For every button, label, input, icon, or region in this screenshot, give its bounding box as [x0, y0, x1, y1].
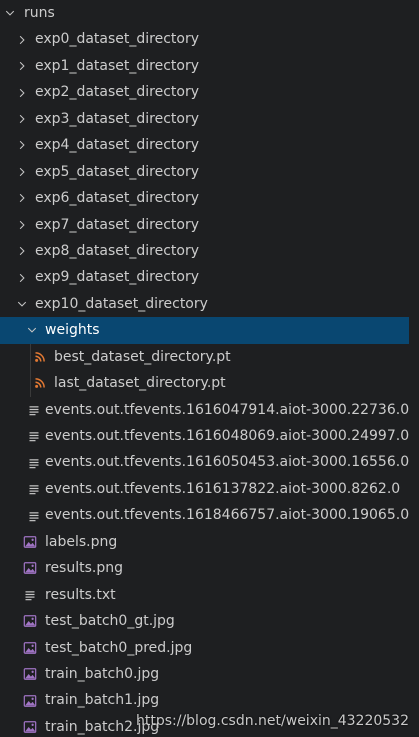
tree-folder-exp2[interactable]: exp2_dataset_directory	[0, 79, 409, 105]
rss-icon	[32, 370, 48, 396]
tree-file-events[interactable]: events.out.tfevents.1616050453.aiot-3000…	[0, 449, 409, 475]
text-file-icon	[26, 502, 42, 528]
tree-file[interactable]: test_batch0_gt.jpg	[0, 608, 409, 634]
text-file-icon	[26, 397, 42, 423]
tree-item-label: exp10_dataset_directory	[35, 295, 208, 312]
tree-file[interactable]: labels.png	[0, 529, 409, 555]
chevron-right-icon[interactable]	[14, 264, 30, 290]
tree-item-label: exp6_dataset_directory	[35, 190, 200, 207]
chevron-right-icon[interactable]	[14, 185, 30, 211]
tree-file[interactable]: results.txt	[0, 582, 409, 608]
tree-folder-exp4[interactable]: exp4_dataset_directory	[0, 132, 409, 158]
tree-file-events[interactable]: events.out.tfevents.1616047914.aiot-3000…	[0, 397, 409, 423]
tree-item-label: events.out.tfevents.1616048069.aiot-3000…	[45, 428, 409, 444]
tree-folder-exp8[interactable]: exp8_dataset_directory	[0, 238, 409, 264]
tree-item-label: exp5_dataset_directory	[35, 163, 200, 180]
tree-item-label: best_dataset_directory.pt	[54, 348, 231, 365]
image-icon	[22, 687, 38, 713]
tree-item-label: exp4_dataset_directory	[35, 137, 200, 154]
tree-item-label: results.txt	[45, 586, 116, 603]
tree-file-events[interactable]: events.out.tfevents.1618466757.aiot-3000…	[0, 502, 409, 528]
tree-item-label: events.out.tfevents.1618466757.aiot-3000…	[45, 507, 409, 524]
image-icon	[22, 661, 38, 687]
text-file-icon	[26, 423, 42, 449]
file-explorer-tree: runs exp0_dataset_directory exp1_dataset_d…	[0, 0, 409, 737]
chevron-down-icon[interactable]	[14, 291, 30, 317]
image-icon	[22, 635, 38, 661]
text-file-icon	[26, 476, 42, 502]
text-file-icon	[22, 582, 38, 608]
tree-item-label: labels.png	[45, 533, 118, 550]
tree-folder-exp9[interactable]: exp9_dataset_directory	[0, 264, 409, 290]
image-icon	[22, 714, 38, 737]
tree-file-events[interactable]: events.out.tfevents.1616137822.aiot-3000…	[0, 476, 409, 502]
chevron-right-icon[interactable]	[14, 159, 30, 185]
image-icon	[22, 529, 38, 555]
tree-folder-runs[interactable]: runs	[0, 0, 409, 26]
tree-item-label: runs	[24, 5, 55, 21]
tree-item-label: exp1_dataset_directory	[35, 57, 200, 74]
tree-item-label: events.out.tfevents.1616050453.aiot-3000…	[45, 454, 409, 471]
tree-file-weights[interactable]: last_dataset_directory.pt	[0, 370, 409, 397]
indent-guide	[30, 343, 31, 371]
tree-folder-exp3[interactable]: exp3_dataset_directory	[0, 106, 409, 132]
chevron-right-icon[interactable]	[14, 79, 30, 105]
tree-item-label: results.png	[45, 560, 123, 577]
tree-item-label: events.out.tfevents.1616137822.aiot-3000…	[45, 480, 401, 497]
tree-item-label: exp2_dataset_directory	[35, 84, 200, 101]
chevron-right-icon[interactable]	[14, 106, 30, 132]
tree-item-label: train_batch0.jpg	[45, 665, 160, 682]
tree-folder-weights[interactable]: weights	[0, 317, 409, 344]
rss-icon	[32, 344, 48, 370]
chevron-right-icon[interactable]	[14, 26, 30, 52]
indent-guide	[30, 370, 31, 397]
image-icon	[22, 608, 38, 634]
tree-file-events[interactable]: events.out.tfevents.1616048069.aiot-3000…	[0, 423, 409, 449]
chevron-down-icon[interactable]	[2, 0, 18, 26]
tree-file-weights[interactable]: best_dataset_directory.pt	[0, 343, 409, 371]
tree-file[interactable]: results.png	[0, 555, 409, 581]
tree-item-label: exp8_dataset_directory	[35, 242, 200, 259]
tree-file[interactable]: train_batch1.jpg	[0, 687, 409, 713]
image-icon	[22, 555, 38, 581]
chevron-right-icon[interactable]	[14, 132, 30, 158]
tree-item-label: events.out.tfevents.1616047914.aiot-3000…	[45, 401, 409, 418]
tree-item-label: test_batch0_gt.jpg	[45, 613, 175, 630]
tree-file[interactable]: train_batch0.jpg	[0, 661, 409, 687]
tree-folder-exp6[interactable]: exp6_dataset_directory	[0, 185, 409, 211]
tree-folder-exp5[interactable]: exp5_dataset_directory	[0, 159, 409, 185]
tree-folder-exp0[interactable]: exp0_dataset_directory	[0, 26, 409, 52]
tree-item-label: test_batch0_pred.jpg	[45, 639, 193, 656]
tree-item-label: last_dataset_directory.pt	[54, 375, 226, 392]
text-file-icon	[26, 449, 42, 475]
tree-item-label: train_batch1.jpg	[45, 692, 160, 709]
tree-item-label: exp0_dataset_directory	[35, 31, 200, 48]
chevron-right-icon[interactable]	[14, 212, 30, 238]
tree-item-label: exp9_dataset_directory	[35, 269, 200, 286]
tree-item-label: weights	[45, 322, 100, 339]
tree-folder-exp7[interactable]: exp7_dataset_directory	[0, 212, 409, 238]
tree-folder-exp10[interactable]: exp10_dataset_directory	[0, 291, 409, 317]
chevron-right-icon[interactable]	[14, 238, 30, 264]
chevron-right-icon[interactable]	[14, 53, 30, 79]
tree-file[interactable]: test_batch0_pred.jpg	[0, 635, 409, 661]
tree-item-label: exp3_dataset_directory	[35, 110, 200, 127]
chevron-down-icon[interactable]	[24, 317, 40, 343]
tree-folder-exp1[interactable]: exp1_dataset_directory	[0, 53, 409, 79]
tree-item-label: exp7_dataset_directory	[35, 216, 200, 233]
watermark: https://blog.csdn.net/weixin_43220532	[135, 713, 409, 729]
